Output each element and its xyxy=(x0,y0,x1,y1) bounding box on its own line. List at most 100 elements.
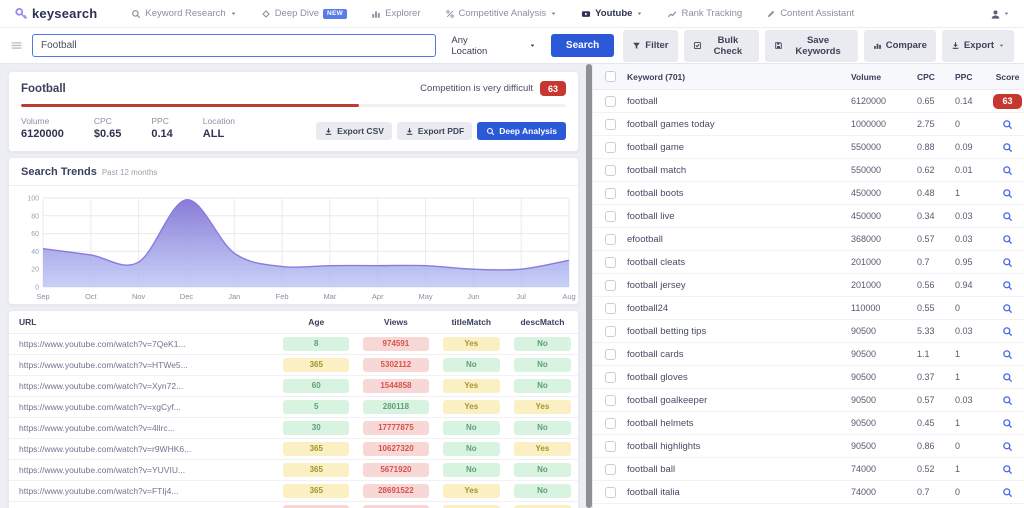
summary-actions: Export CSV Export PDF Deep Analysis xyxy=(316,122,566,140)
ppc-value: 0 xyxy=(955,303,961,313)
analyze-magnifier-icon[interactable] xyxy=(1002,487,1013,498)
keyword-label[interactable]: football games today xyxy=(627,119,851,130)
video-url[interactable]: https://www.youtube.com/watch?v=xgCyf... xyxy=(9,396,277,418)
keyword-label[interactable]: football gloves xyxy=(627,372,851,383)
keyword-label[interactable]: football ball xyxy=(627,464,851,475)
analyze-magnifier-icon[interactable] xyxy=(1002,441,1013,452)
row-checkbox[interactable] xyxy=(605,371,616,383)
analyze-magnifier-icon[interactable] xyxy=(1002,257,1013,268)
volume-value: 74000 xyxy=(851,464,877,474)
keyword-search-input[interactable] xyxy=(32,34,437,57)
keyword-label[interactable]: efootball xyxy=(627,234,851,245)
score-badge[interactable]: 63 xyxy=(993,93,1022,109)
row-checkbox[interactable] xyxy=(605,164,616,176)
nav-item-content-assistant[interactable]: Content Assistant xyxy=(766,8,854,19)
row-checkbox[interactable] xyxy=(605,233,616,245)
row-checkbox[interactable] xyxy=(605,187,616,199)
keyword-label[interactable]: football xyxy=(627,96,851,107)
row-checkbox[interactable] xyxy=(605,463,616,475)
analyze-magnifier-icon[interactable] xyxy=(1002,119,1013,130)
descmatch-chip: No xyxy=(513,337,571,351)
row-checkbox[interactable] xyxy=(605,394,616,406)
volume-value: 550000 xyxy=(851,165,882,175)
export-pdf-button[interactable]: Export PDF xyxy=(396,122,473,140)
video-url[interactable]: https://www.youtube.com/watch?v=qsKUR... xyxy=(9,501,277,508)
nav-item-youtube[interactable]: Youtube xyxy=(581,8,643,19)
keyword-label[interactable]: football cards xyxy=(627,349,851,360)
analyze-magnifier-icon[interactable] xyxy=(1002,165,1013,176)
row-checkbox[interactable] xyxy=(605,486,616,498)
nav-item-rank-tracking[interactable]: Rank Tracking xyxy=(667,8,742,19)
analyze-magnifier-icon[interactable] xyxy=(1002,326,1013,337)
video-url[interactable]: https://www.youtube.com/watch?v=4llrc... xyxy=(9,417,277,439)
video-url[interactable]: https://www.youtube.com/watch?v=FTIj4... xyxy=(9,480,277,502)
select-all-checkbox[interactable] xyxy=(605,71,616,82)
analyze-magnifier-icon[interactable] xyxy=(1002,211,1013,222)
row-checkbox[interactable] xyxy=(605,118,616,130)
keyword-label[interactable]: football match xyxy=(627,165,851,176)
filter-button[interactable]: Filter xyxy=(623,29,678,62)
row-checkbox[interactable] xyxy=(605,141,616,153)
analyze-magnifier-icon[interactable] xyxy=(1002,234,1013,245)
keyword-label[interactable]: football italia xyxy=(627,487,851,498)
video-url[interactable]: https://www.youtube.com/watch?v=7QeK1... xyxy=(9,333,277,355)
keyword-label[interactable]: football24 xyxy=(627,303,851,314)
nav-item-competitive-analysis[interactable]: Competitive Analysis xyxy=(445,8,558,19)
keyword-label[interactable]: football live xyxy=(627,211,851,222)
export-button[interactable]: Export xyxy=(941,29,1014,62)
analyze-magnifier-icon[interactable] xyxy=(1002,395,1013,406)
panel-scrollbar[interactable] xyxy=(585,64,593,508)
export-csv-button[interactable]: Export CSV xyxy=(316,122,392,140)
analyze-magnifier-icon[interactable] xyxy=(1002,372,1013,383)
account-menu[interactable] xyxy=(990,9,1010,19)
keyword-label[interactable]: football jersey xyxy=(627,280,851,291)
deep-analysis-button[interactable]: Deep Analysis xyxy=(477,122,566,140)
save-keywords-button[interactable]: Save Keywords xyxy=(765,29,858,62)
location-select[interactable]: Any Location xyxy=(445,35,542,57)
compare-button[interactable]: Compare xyxy=(863,29,936,62)
keyword-label[interactable]: football boots xyxy=(627,188,851,199)
save-icon xyxy=(774,41,783,50)
keyword-label[interactable]: football game xyxy=(627,142,851,153)
row-checkbox[interactable] xyxy=(605,302,616,314)
scrollbar-thumb[interactable] xyxy=(586,64,592,508)
difficulty-score-badge[interactable]: 63 xyxy=(539,81,566,96)
analyze-magnifier-icon[interactable] xyxy=(1002,349,1013,360)
age-chip: 365 xyxy=(283,358,350,372)
nav-item-explorer[interactable]: Explorer xyxy=(371,8,421,19)
row-checkbox[interactable] xyxy=(605,95,616,107)
video-url[interactable]: https://www.youtube.com/watch?v=Xyn72... xyxy=(9,375,277,397)
analyze-magnifier-icon[interactable] xyxy=(1002,188,1013,199)
keyword-label[interactable]: football helmets xyxy=(627,418,851,429)
search-button[interactable]: Search xyxy=(550,34,615,57)
bulk-check-button[interactable]: Bulk Check xyxy=(683,29,760,62)
analyze-magnifier-icon[interactable] xyxy=(1002,142,1013,153)
keyword-label[interactable]: football highlights xyxy=(627,441,851,452)
keyword-label[interactable]: football goalkeeper xyxy=(627,395,851,406)
nav-item-deep-dive[interactable]: Deep Dive NEW xyxy=(261,8,348,19)
analyze-magnifier-icon[interactable] xyxy=(1002,280,1013,291)
row-checkbox[interactable] xyxy=(605,348,616,360)
keyword-label[interactable]: football betting tips xyxy=(627,326,851,337)
url-col-age: Age xyxy=(276,311,357,334)
nav-item-keyword-research[interactable]: Keyword Research xyxy=(131,8,236,19)
row-checkbox[interactable] xyxy=(605,325,616,337)
brand-logo[interactable]: keysearch xyxy=(14,6,97,21)
analyze-magnifier-icon[interactable] xyxy=(1002,418,1013,429)
menu-icon[interactable] xyxy=(10,39,23,52)
table-row: https://www.youtube.com/watch?v=HTWe5...… xyxy=(9,354,578,376)
row-checkbox[interactable] xyxy=(605,210,616,222)
analyze-magnifier-icon[interactable] xyxy=(1002,303,1013,314)
row-checkbox[interactable] xyxy=(605,440,616,452)
volume-value: 1000000 xyxy=(851,119,887,129)
svg-text:Jun: Jun xyxy=(467,292,479,301)
video-url[interactable]: https://www.youtube.com/watch?v=r9WHK6..… xyxy=(9,438,277,460)
analyze-magnifier-icon[interactable] xyxy=(1002,464,1013,475)
row-checkbox[interactable] xyxy=(605,279,616,291)
video-url[interactable]: https://www.youtube.com/watch?v=HTWe5... xyxy=(9,354,277,376)
keyword-label[interactable]: football cleats xyxy=(627,257,851,268)
url-col-url: URL xyxy=(9,311,277,334)
row-checkbox[interactable] xyxy=(605,417,616,429)
video-url[interactable]: https://www.youtube.com/watch?v=YUVIU... xyxy=(9,459,277,481)
row-checkbox[interactable] xyxy=(605,256,616,268)
